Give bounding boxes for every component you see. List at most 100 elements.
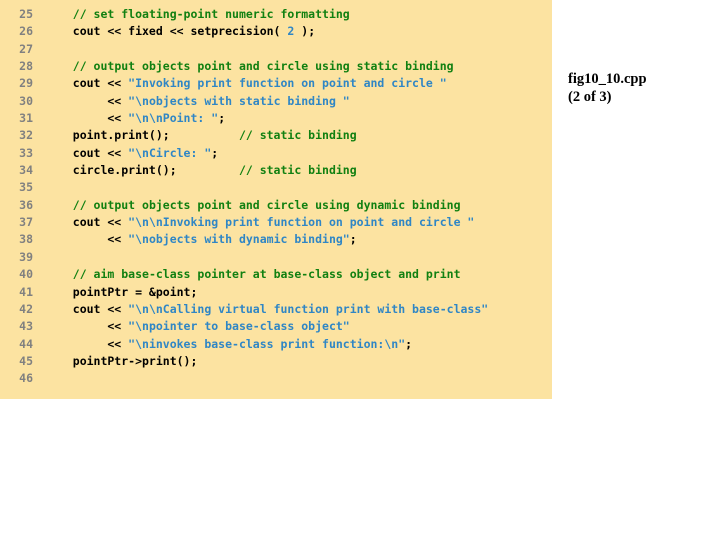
token-com: // static binding [238,128,357,143]
line-number: 46 [19,371,33,386]
code-line: 25 // set floating-point numeric formatt… [0,6,552,23]
token-str: "\n\nPoint: " [128,111,219,126]
code-line: 43 << "\npointer to base-class object" [0,318,552,335]
line-source: pointPtr->print(); [52,353,198,370]
line-number: 31 [19,111,33,126]
code-line: 28 // output objects point and circle us… [0,58,552,75]
code-line: 29 cout << "Invoking print function on p… [0,75,552,92]
line-number: 42 [19,301,33,316]
token-com: // output objects point and circle using… [72,197,461,212]
token-pln [52,198,73,212]
line-number: 30 [19,93,33,108]
token-pln: << [52,93,129,108]
line-number: 27 [19,41,33,56]
line-number: 34 [19,163,33,178]
line-number: 28 [19,59,33,74]
line-source: pointPtr = &point; [52,284,198,301]
code-line: 30 << "\nobjects with static binding " [0,93,552,110]
code-line: 39 [0,249,552,266]
line-number: 41 [19,284,33,299]
token-com: // aim base-class pointer at base-class … [72,267,461,282]
line-source: cout << "\n\nInvoking print function on … [52,214,475,231]
token-pln: << [52,319,129,334]
token-pln: circle.print(); [52,163,239,178]
line-source: << "\n\nPoint: "; [52,110,225,127]
token-str: "\ninvokes base-class print function:\n" [128,336,406,351]
line-number: 37 [19,215,33,230]
line-number: 29 [19,76,33,91]
line-source: // output objects point and circle using… [52,197,461,214]
token-pln [52,59,73,73]
code-line: 31 << "\n\nPoint: "; [0,110,552,127]
line-source: << "\nobjects with dynamic binding"; [52,231,357,248]
line-number: 45 [19,353,33,368]
line-source: cout << "\nCircle: "; [52,145,218,162]
slide-canvas: 25 // set floating-point numeric formatt… [0,0,720,540]
token-pln: << [52,336,129,351]
code-line: 42 cout << "\n\nCalling virtual function… [0,301,552,318]
token-pln: ; [405,336,413,351]
code-listing: 25 // set floating-point numeric formatt… [0,6,552,388]
token-str: "\nCircle: " [128,145,212,160]
token-pln: ); [294,24,316,39]
line-number: 35 [19,180,33,195]
token-pln: cout << [52,145,129,160]
line-source: point.print(); // static binding [52,127,357,144]
caption-file-name: fig10_10.cpp [568,71,647,87]
token-pln: point.print(); [52,128,239,143]
code-line: 38 << "\nobjects with dynamic binding"; [0,231,552,248]
code-line: 34 circle.print(); // static binding [0,162,552,179]
line-source: cout << "Invoking print function on poin… [52,75,447,92]
token-str: "\npointer to base-class object" [128,319,350,334]
code-line: 27 [0,41,552,58]
line-number: 33 [19,145,33,160]
code-panel: 25 // set floating-point numeric formatt… [0,0,552,399]
line-source: // set floating-point numeric formatting [52,6,350,23]
code-line: 41 pointPtr = &point; [0,284,552,301]
token-pln [52,7,73,21]
token-com: // static binding [238,163,357,178]
token-pln: cout << fixed << setprecision( [52,24,288,39]
code-line: 33 cout << "\nCircle: "; [0,145,552,162]
token-str: "\nobjects with dynamic binding" [128,232,350,247]
line-number: 44 [19,336,33,351]
line-source: << "\npointer to base-class object" [52,318,350,335]
line-number: 38 [19,232,33,247]
line-number: 39 [19,249,33,264]
token-com: // output objects point and circle using… [72,59,454,74]
code-line: 36 // output objects point and circle us… [0,197,552,214]
token-pln: ; [218,111,226,126]
line-number: 40 [19,267,33,282]
token-pln: << [52,111,129,126]
caption-part: (2 of 3) [568,88,612,105]
code-line: 35 [0,179,552,196]
code-line: 32 point.print(); // static binding [0,127,552,144]
token-com: // set floating-point numeric formatting [72,7,350,21]
line-source: // output objects point and circle using… [52,58,454,75]
token-pln: cout << [52,76,129,91]
line-source: cout << fixed << setprecision( 2 ); [52,23,315,40]
line-number: 25 [19,7,33,21]
line-source: // aim base-class pointer at base-class … [52,266,461,283]
code-line: 26 cout << fixed << setprecision( 2 ); [0,23,552,40]
code-line: 46 [0,370,552,387]
token-str: "Invoking print function on point and ci… [128,76,447,91]
token-pln: pointPtr->print(); [52,353,198,368]
token-pln: ; [211,145,219,160]
code-line: 40 // aim base-class pointer at base-cla… [0,266,552,283]
line-source: circle.print(); // static binding [52,162,357,179]
token-pln [52,267,73,281]
line-source: << "\ninvokes base-class print function:… [52,336,412,353]
code-line: 37 cout << "\n\nInvoking print function … [0,214,552,231]
line-number: 43 [19,319,33,334]
token-str: "\nobjects with static binding " [128,93,350,108]
token-pln: ; [349,232,357,247]
token-pln: cout << [52,301,129,316]
line-number: 26 [19,24,33,39]
code-line: 45 pointPtr->print(); [0,353,552,370]
line-number: 32 [19,128,33,143]
line-source: cout << "\n\nCalling virtual function pr… [52,301,488,318]
code-line: 44 << "\ninvokes base-class print functi… [0,336,552,353]
token-str: "\n\nCalling virtual function print with… [128,301,489,316]
line-number: 36 [19,197,33,212]
